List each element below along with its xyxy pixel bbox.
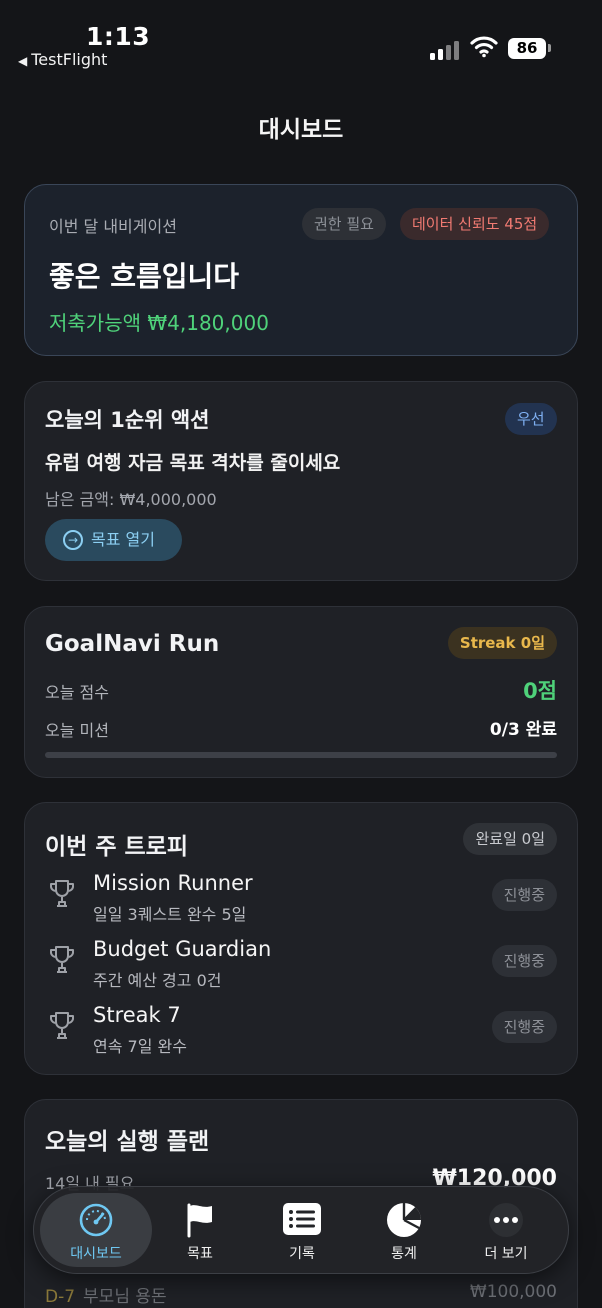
trophy-name: Mission Runner bbox=[93, 871, 253, 895]
trophy-desc: 연속 7일 완수 bbox=[93, 1037, 187, 1056]
trophy-icon bbox=[50, 1012, 74, 1039]
tab-label: 기록 bbox=[289, 1246, 315, 1262]
today-score-value: 0점 bbox=[523, 679, 557, 703]
trophy-status-chip: 진행중 bbox=[491, 879, 557, 911]
wifi-icon bbox=[470, 36, 498, 58]
page-title: 대시보드 bbox=[258, 117, 344, 143]
more-icon bbox=[489, 1203, 523, 1237]
status-time: 1:13 bbox=[86, 22, 151, 51]
goalnavi-run-card[interactable]: GoalNavi Run Streak 0일 오늘 점수 0점 오늘 미션 0/… bbox=[24, 606, 578, 778]
battery-icon: 86 bbox=[508, 38, 546, 59]
completed-days-chip: 완료일 0일 bbox=[463, 823, 557, 855]
run-title: GoalNavi Run bbox=[45, 631, 220, 657]
navigation-subtitle: 이번 달 내비게이션 bbox=[49, 217, 177, 236]
data-reliability-chip: 데이터 신뢰도 45점 bbox=[400, 208, 550, 240]
trophy-item-streak-7[interactable]: Streak 7 연속 7일 완수 진행중 bbox=[45, 1003, 557, 1059]
priority-action-card: 오늘의 1순위 액션 우선 유럽 여행 자금 목표 격차를 줄이세요 남은 금액… bbox=[24, 381, 578, 581]
remaining-amount: 남은 금액: ₩4,000,000 bbox=[45, 490, 217, 509]
priority-goal-text: 유럽 여행 자금 목표 격차를 줄이세요 bbox=[45, 452, 341, 474]
tab-statistics[interactable]: 통계 bbox=[348, 1193, 460, 1267]
trophy-icon bbox=[50, 946, 74, 973]
tab-label: 목표 bbox=[187, 1246, 213, 1262]
tab-label: 통계 bbox=[391, 1246, 417, 1262]
pie-chart-icon bbox=[387, 1203, 421, 1237]
status-bar: 1:13 ◀ TestFlight 86 bbox=[0, 0, 602, 80]
open-goal-button[interactable]: → 목표 열기 bbox=[45, 519, 182, 561]
priority-badge: 우선 bbox=[505, 403, 557, 435]
tab-dashboard[interactable]: 대시보드 bbox=[40, 1193, 152, 1267]
monthly-navigation-card[interactable]: 이번 달 내비게이션 권한 필요 데이터 신뢰도 45점 좋은 흐름입니다 저축… bbox=[24, 184, 578, 356]
plan-list-item[interactable]: D-7 부모님 용돈 ₩100,000 bbox=[45, 1282, 557, 1307]
back-arrow-icon: ◀ bbox=[18, 54, 28, 68]
today-mission-label: 오늘 미션 bbox=[45, 721, 109, 740]
trophy-name: Budget Guardian bbox=[93, 937, 272, 961]
tab-goals[interactable]: 목표 bbox=[144, 1193, 256, 1267]
tab-label: 더 보기 bbox=[484, 1246, 528, 1262]
plan-item-label: 부모님 용돈 bbox=[83, 1287, 167, 1307]
trophy-name: Streak 7 bbox=[93, 1003, 181, 1027]
tab-records[interactable]: 기록 bbox=[246, 1193, 358, 1267]
plan-item-amount: ₩100,000 bbox=[469, 1282, 557, 1302]
streak-badge: Streak 0일 bbox=[447, 627, 557, 659]
trophy-icon bbox=[50, 880, 74, 907]
open-goal-label: 목표 열기 bbox=[91, 530, 155, 549]
trophy-status-chip: 진행중 bbox=[491, 945, 557, 977]
priority-action-title: 오늘의 1순위 액션 bbox=[45, 408, 210, 432]
plan-title: 오늘의 실행 플랜 bbox=[45, 1129, 210, 1155]
trophy-title: 이번 주 트로피 bbox=[45, 834, 188, 860]
bottom-tab-bar: 대시보드 목표 기록 통계 더 보기 bbox=[33, 1186, 569, 1274]
trophy-desc: 주간 예산 경고 0건 bbox=[93, 971, 222, 990]
tab-more[interactable]: 더 보기 bbox=[450, 1193, 562, 1267]
plan-dday: D-7 bbox=[45, 1287, 76, 1307]
weekly-trophy-card: 이번 주 트로피 완료일 0일 Mission Runner 일일 3퀘스트 완… bbox=[24, 802, 578, 1075]
trophy-item-budget-guardian[interactable]: Budget Guardian 주간 예산 경고 0건 진행중 bbox=[45, 937, 557, 993]
trophy-item-mission-runner[interactable]: Mission Runner 일일 3퀘스트 완수 5일 진행중 bbox=[45, 871, 557, 927]
cellular-signal-icon bbox=[430, 38, 462, 60]
gauge-icon bbox=[79, 1203, 113, 1237]
flag-icon bbox=[187, 1203, 212, 1238]
tab-label: 대시보드 bbox=[70, 1246, 122, 1262]
list-icon bbox=[283, 1203, 321, 1235]
trophy-status-chip: 진행중 bbox=[491, 1011, 557, 1043]
today-score-label: 오늘 점수 bbox=[45, 683, 109, 702]
permission-required-chip[interactable]: 권한 필요 bbox=[302, 208, 386, 240]
arrow-circle-icon: → bbox=[63, 530, 83, 550]
today-mission-value: 0/3 완료 bbox=[489, 720, 557, 740]
mission-progress-bar bbox=[45, 752, 557, 758]
back-to-testflight[interactable]: ◀ TestFlight bbox=[18, 50, 107, 69]
trophy-desc: 일일 3퀘스트 완수 5일 bbox=[93, 905, 247, 924]
back-app-label: TestFlight bbox=[31, 50, 108, 69]
navigation-headline: 좋은 흐름입니다 bbox=[49, 260, 240, 293]
battery-tip bbox=[548, 44, 551, 52]
savings-amount: 저축가능액 ₩4,180,000 bbox=[49, 311, 269, 335]
